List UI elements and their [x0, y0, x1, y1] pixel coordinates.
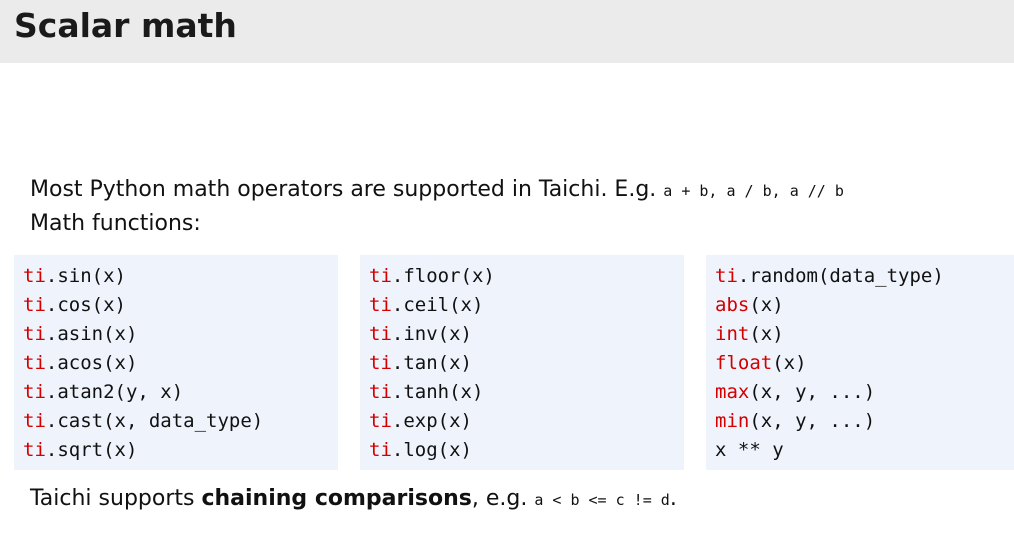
- code-keyword: ti: [23, 352, 46, 374]
- code-block-1: ti.sin(x) ti.cos(x) ti.asin(x) ti.acos(x) ti…: [14, 255, 338, 470]
- code-rest: (x, y, ...): [749, 381, 876, 403]
- intro-code-example: a + b, a / b, a // b: [663, 182, 844, 200]
- code-line: x ** y: [715, 436, 1014, 465]
- code-keyword: max: [715, 381, 750, 403]
- code-line: ti.tan(x): [369, 349, 684, 378]
- code-rest: .log(x): [391, 439, 472, 461]
- code-keyword: ti: [23, 439, 46, 461]
- code-rest: x ** y: [715, 439, 784, 461]
- code-keyword: ti: [369, 265, 392, 287]
- code-rest: .cast(x, data_type): [45, 410, 264, 432]
- code-keyword: abs: [715, 294, 750, 316]
- footer-line: Taichi supports chaining comparisons, e.…: [30, 485, 677, 514]
- intro-line: Most Python math operators are supported…: [30, 176, 844, 205]
- code-keyword: ti: [369, 323, 392, 345]
- code-block-3: ti.random(data_type) abs(x) int(x) float(x)…: [706, 255, 1014, 470]
- code-line: ti.cast(x, data_type): [23, 407, 338, 436]
- code-keyword: ti: [369, 294, 392, 316]
- code-line: ti.sin(x): [23, 262, 338, 291]
- code-keyword: ti: [23, 265, 46, 287]
- code-line: float(x): [715, 349, 1014, 378]
- code-keyword: ti: [369, 381, 392, 403]
- code-keyword: int: [715, 323, 750, 345]
- code-keyword: ti: [369, 410, 392, 432]
- title-bar: Scalar math: [0, 0, 1014, 63]
- code-rest: (x): [749, 323, 784, 345]
- code-rest: (x): [749, 294, 784, 316]
- code-keyword: min: [715, 410, 750, 432]
- code-line: ti.exp(x): [369, 407, 684, 436]
- code-line: ti.floor(x): [369, 262, 684, 291]
- code-rest: .sin(x): [45, 265, 126, 287]
- code-keyword: ti: [715, 265, 738, 287]
- code-rest: .asin(x): [45, 323, 138, 345]
- code-line: ti.atan2(y, x): [23, 378, 338, 407]
- code-rest: .sqrt(x): [45, 439, 138, 461]
- code-keyword: ti: [23, 410, 46, 432]
- footer-bold-text: chaining comparisons: [201, 486, 472, 511]
- code-line: ti.random(data_type): [715, 262, 1014, 291]
- code-rest: .inv(x): [391, 323, 472, 345]
- code-keyword: ti: [23, 323, 46, 345]
- code-keyword: ti: [369, 352, 392, 374]
- code-rest: .acos(x): [45, 352, 138, 374]
- code-line: min(x, y, ...): [715, 407, 1014, 436]
- slide-title: Scalar math: [14, 6, 237, 45]
- code-line: ti.asin(x): [23, 320, 338, 349]
- code-rest: .atan2(y, x): [45, 381, 184, 403]
- code-line: ti.cos(x): [23, 291, 338, 320]
- math-functions-label: Math functions:: [30, 211, 201, 236]
- code-rest: .tan(x): [391, 352, 472, 374]
- code-block-2: ti.floor(x) ti.ceil(x) ti.inv(x) ti.tan(x) t…: [360, 255, 684, 470]
- code-keyword: float: [715, 352, 773, 374]
- code-rest: (x): [772, 352, 807, 374]
- code-line: ti.tanh(x): [369, 378, 684, 407]
- code-line: ti.log(x): [369, 436, 684, 465]
- footer-text-before: Taichi supports: [30, 486, 202, 511]
- code-line: int(x): [715, 320, 1014, 349]
- code-rest: .floor(x): [391, 265, 495, 287]
- code-keyword: ti: [369, 439, 392, 461]
- code-rest: .cos(x): [45, 294, 126, 316]
- code-line: max(x, y, ...): [715, 378, 1014, 407]
- intro-text: Most Python math operators are supported…: [30, 177, 664, 202]
- code-line: ti.sqrt(x): [23, 436, 338, 465]
- code-rest: .tanh(x): [391, 381, 484, 403]
- code-rest: .random(data_type): [737, 265, 944, 287]
- code-rest: .exp(x): [391, 410, 472, 432]
- footer-text-after: , e.g.: [471, 486, 535, 511]
- code-rest: .ceil(x): [391, 294, 484, 316]
- code-line: ti.acos(x): [23, 349, 338, 378]
- code-rest: (x, y, ...): [749, 410, 876, 432]
- footer-code-example: a < b <= c != d: [534, 491, 670, 509]
- code-keyword: ti: [23, 381, 46, 403]
- code-line: ti.ceil(x): [369, 291, 684, 320]
- code-line: ti.inv(x): [369, 320, 684, 349]
- code-line: abs(x): [715, 291, 1014, 320]
- footer-end: .: [669, 486, 677, 511]
- code-keyword: ti: [23, 294, 46, 316]
